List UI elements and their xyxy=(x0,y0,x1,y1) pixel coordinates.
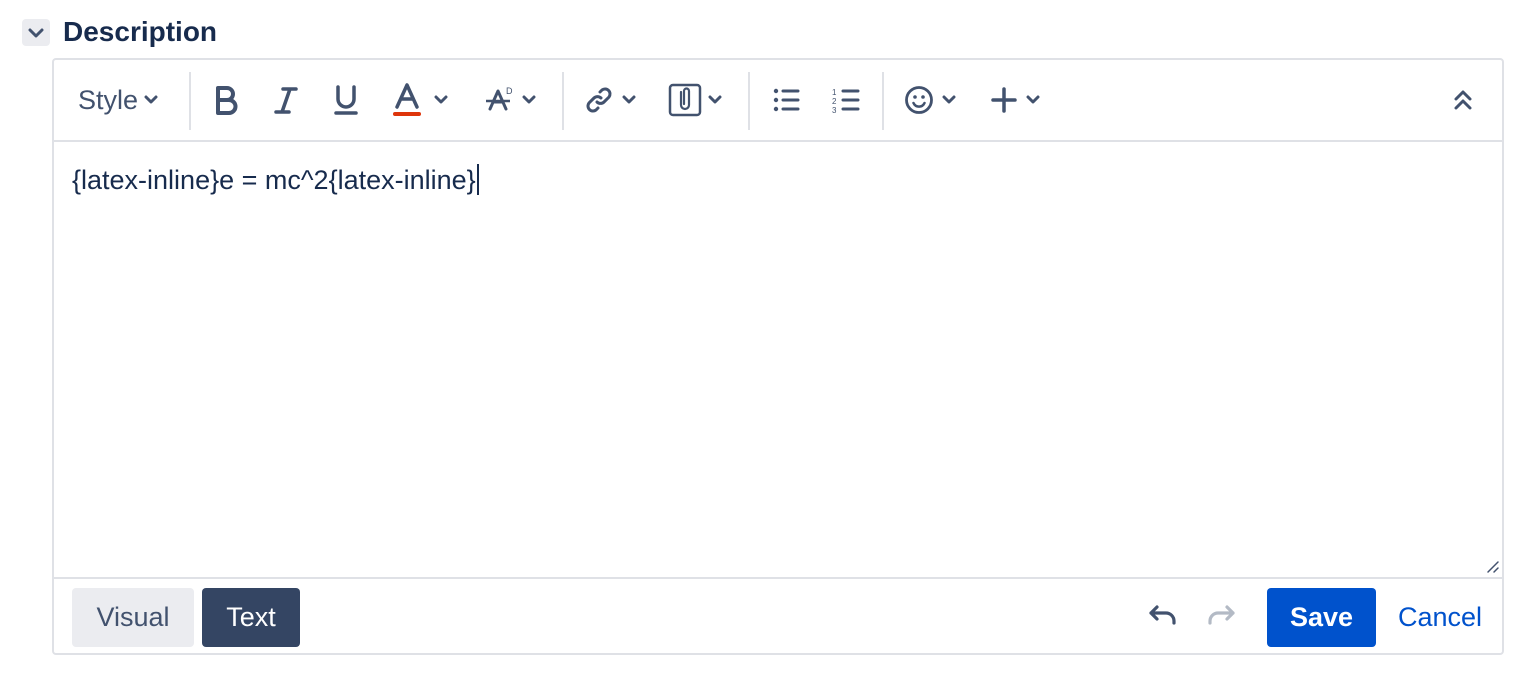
section-title: Description xyxy=(63,16,218,47)
resize-handle-icon[interactable] xyxy=(1484,558,1500,574)
numbered-list-icon: 1 2 3 xyxy=(832,88,860,113)
chevron-down-icon xyxy=(144,95,158,105)
toolbar-divider xyxy=(562,72,564,130)
text-color-dropdown[interactable] xyxy=(392,60,448,140)
save-button[interactable]: Save xyxy=(1267,588,1376,647)
bold-icon xyxy=(216,86,238,115)
svg-text:3: 3 xyxy=(832,106,837,113)
svg-text:D: D xyxy=(506,86,513,96)
insert-plus-icon xyxy=(991,87,1017,113)
text-format-dropdown[interactable]: D xyxy=(484,60,536,140)
collapse-toolbar-icon xyxy=(1454,90,1472,110)
text-cursor xyxy=(476,164,479,195)
text-format-icon: D xyxy=(486,86,513,111)
bullet-list-button[interactable] xyxy=(772,60,800,140)
underline-button[interactable] xyxy=(332,60,360,140)
editor-content: {latex-inline}e = mc^2{latex-inline} xyxy=(72,165,476,195)
chevron-down-icon xyxy=(622,95,636,105)
visual-mode-button[interactable]: Visual xyxy=(72,588,194,647)
chevron-down-icon xyxy=(522,95,536,105)
collapse-toolbar-button[interactable] xyxy=(1452,60,1474,140)
underline-icon xyxy=(334,85,358,115)
attachment-icon xyxy=(668,83,702,117)
cancel-button[interactable]: Cancel xyxy=(1384,588,1496,647)
editor-footer: Visual Text Save Cancel xyxy=(54,577,1502,653)
svg-text:2: 2 xyxy=(832,97,837,106)
chevron-down-icon xyxy=(28,28,44,37)
insert-more-dropdown[interactable] xyxy=(990,60,1040,140)
toolbar-divider xyxy=(189,72,191,130)
emoji-icon xyxy=(905,86,933,114)
numbered-list-button[interactable]: 1 2 3 xyxy=(832,60,860,140)
chevron-down-icon xyxy=(434,95,448,105)
svg-text:1: 1 xyxy=(832,88,837,97)
link-dropdown[interactable] xyxy=(584,60,636,140)
link-icon xyxy=(586,87,612,113)
chevron-down-icon xyxy=(708,95,722,105)
editor-toolbar: Style D 1 2 3 xyxy=(54,60,1502,142)
chevron-down-icon xyxy=(1026,95,1040,105)
attachment-dropdown[interactable] xyxy=(668,60,722,140)
bold-button[interactable] xyxy=(212,60,240,140)
editor-text-area[interactable]: {latex-inline}e = mc^2{latex-inline} xyxy=(54,142,1502,577)
undo-icon[interactable] xyxy=(1148,604,1178,626)
style-label: Style xyxy=(78,84,139,115)
italic-button[interactable] xyxy=(272,60,300,140)
toolbar-divider xyxy=(748,72,750,130)
emoji-dropdown[interactable] xyxy=(904,60,956,140)
style-dropdown[interactable]: Style xyxy=(78,60,158,140)
bullet-list-icon xyxy=(773,88,800,112)
toolbar-divider xyxy=(882,72,884,130)
section-toggle-button[interactable] xyxy=(22,19,50,46)
text-color-icon xyxy=(393,83,421,116)
redo-icon[interactable] xyxy=(1206,604,1236,626)
rich-text-editor: Style D 1 2 3 {latex-inline}e = mc^2{lat… xyxy=(52,58,1504,655)
text-mode-button[interactable]: Text xyxy=(202,588,300,647)
italic-icon xyxy=(274,87,298,114)
chevron-down-icon xyxy=(942,95,956,105)
